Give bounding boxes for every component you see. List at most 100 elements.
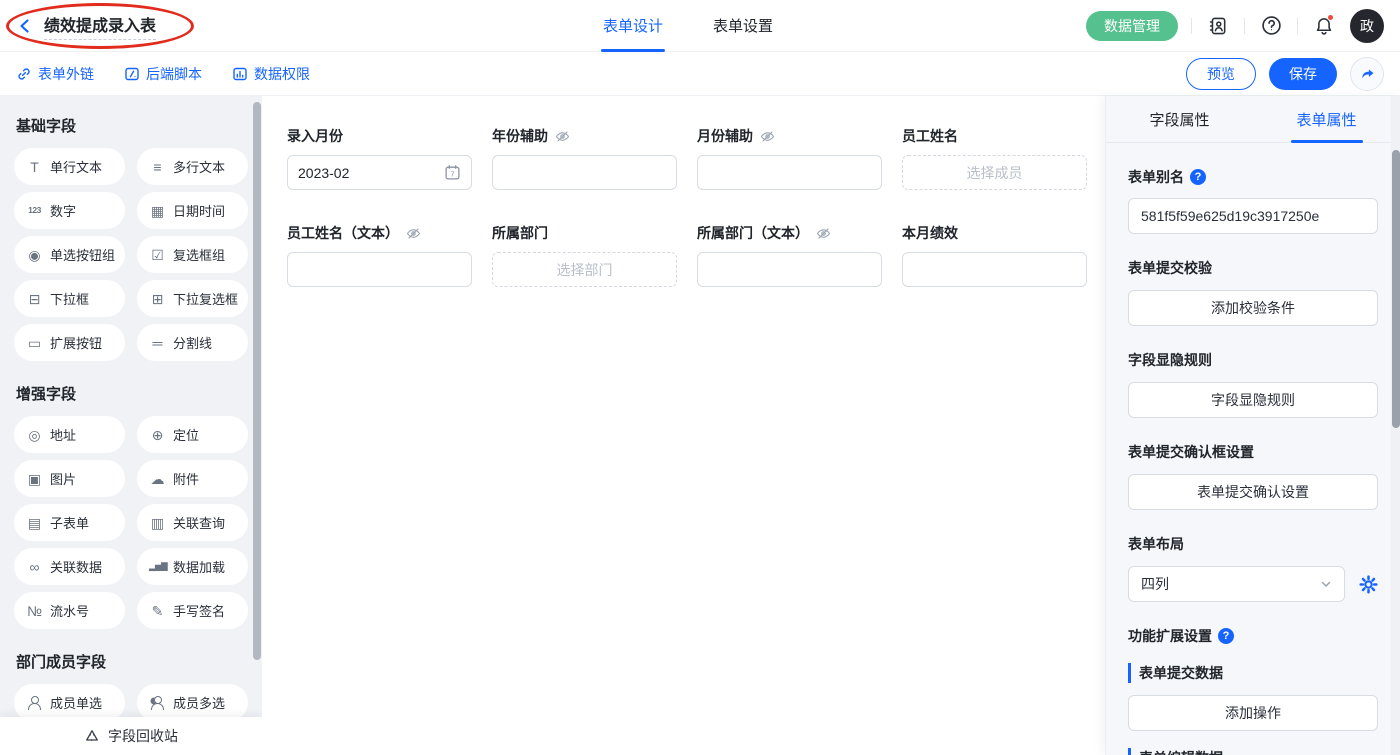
- hidden-eye-icon: [816, 226, 831, 241]
- field-label: 年份辅助: [492, 126, 548, 146]
- layout-select[interactable]: 四列: [1128, 566, 1345, 602]
- form-alias-label: 表单别名: [1128, 167, 1184, 187]
- address-book-icon[interactable]: [1205, 13, 1231, 39]
- avatar[interactable]: 政: [1350, 9, 1384, 43]
- help-icon[interactable]: [1258, 13, 1284, 39]
- field-visibility-button[interactable]: 字段显隐规则: [1128, 382, 1378, 418]
- text-input[interactable]: [492, 155, 677, 190]
- notification-bell-icon[interactable]: [1311, 13, 1337, 39]
- field-pill-member-multi[interactable]: 成员多选: [137, 684, 248, 721]
- extension-settings-heading: 功能扩展设置 ?: [1128, 626, 1378, 646]
- field-recycle-bin[interactable]: 字段回收站: [0, 717, 262, 755]
- canvas-field[interactable]: 录入月份2023-027: [287, 126, 472, 190]
- field-pill-image[interactable]: ▣图片: [14, 460, 125, 497]
- date-input[interactable]: 2023-027: [287, 155, 472, 190]
- field-pill-label: 图片: [50, 469, 76, 488]
- field-pill-label: 下拉复选框: [173, 289, 238, 308]
- linked-data-icon: ∞: [26, 560, 43, 574]
- field-pill-attachment[interactable]: ☁附件: [137, 460, 248, 497]
- add-validation-button[interactable]: 添加校验条件: [1128, 290, 1378, 326]
- field-pill-number[interactable]: 123数字: [14, 192, 125, 229]
- canvas-field[interactable]: 月份辅助: [697, 126, 882, 190]
- field-pill-radio-group[interactable]: ◉单选按钮组: [14, 236, 125, 273]
- hidden-eye-icon: [406, 226, 421, 241]
- app-header: 绩效提成录入表 表单设计 表单设置 数据管理 政: [0, 0, 1400, 52]
- field-pill-divider[interactable]: ═分割线: [137, 324, 248, 361]
- canvas-field[interactable]: 年份辅助: [492, 126, 677, 190]
- form-title[interactable]: 绩效提成录入表: [44, 12, 156, 40]
- field-pill-label: 手写签名: [173, 601, 225, 620]
- canvas-field[interactable]: 所属部门（文本）: [697, 223, 882, 287]
- member-single-icon: [26, 696, 43, 710]
- help-circle-icon[interactable]: ?: [1190, 169, 1206, 185]
- tab-field-properties[interactable]: 字段属性: [1106, 96, 1253, 142]
- data-permission-icon: [232, 66, 248, 82]
- field-pill-member-single[interactable]: 成员单选: [14, 684, 125, 721]
- text-input[interactable]: [697, 155, 882, 190]
- text-input[interactable]: [287, 252, 472, 287]
- radio-group-icon: ◉: [26, 248, 43, 262]
- help-circle-icon[interactable]: ?: [1218, 628, 1234, 644]
- field-pill-linked-query[interactable]: ▥关联查询: [137, 504, 248, 541]
- address-icon: ◎: [26, 428, 43, 442]
- data-load-icon: ▂▅▇: [149, 562, 166, 571]
- data-manage-button[interactable]: 数据管理: [1086, 11, 1178, 41]
- tab-form-design[interactable]: 表单设计: [603, 0, 663, 52]
- field-pill-label: 分割线: [173, 333, 212, 352]
- recycle-icon: [84, 728, 100, 744]
- text-input[interactable]: [902, 252, 1087, 287]
- submit-data-add-action-button[interactable]: 添加操作: [1128, 695, 1378, 731]
- field-pill-signature[interactable]: ✎手写签名: [137, 592, 248, 629]
- field-pill-data-load[interactable]: ▂▅▇数据加载: [137, 548, 248, 585]
- preview-button[interactable]: 预览: [1186, 58, 1256, 90]
- canvas-field[interactable]: 本月绩效: [902, 223, 1087, 287]
- canvas-field[interactable]: 所属部门选择部门: [492, 223, 677, 287]
- field-pill-location[interactable]: ⊕定位: [137, 416, 248, 453]
- tab-form-settings[interactable]: 表单设置: [713, 0, 773, 52]
- share-button[interactable]: [1350, 57, 1384, 91]
- field-pill-linked-data[interactable]: ∞关联数据: [14, 548, 125, 585]
- extend-button-icon: ▭: [26, 336, 43, 350]
- panel-scrollbar-track[interactable]: [1391, 96, 1400, 755]
- field-pill-multi-line-text[interactable]: ≡多行文本: [137, 148, 248, 185]
- backend-script-button[interactable]: 后端脚本: [124, 64, 202, 84]
- checkbox-group-icon: ☑: [149, 248, 166, 262]
- sidebar-scrollbar[interactable]: [253, 102, 261, 660]
- tab-form-properties[interactable]: 表单属性: [1253, 96, 1400, 142]
- submit-validation-heading: 表单提交校验: [1128, 258, 1378, 278]
- notification-dot: [1327, 14, 1334, 21]
- field-pill-extend-button[interactable]: ▭ 扩展按钮: [14, 324, 125, 361]
- field-pill-serial-number[interactable]: №流水号: [14, 592, 125, 629]
- field-pill-address[interactable]: ◎地址: [14, 416, 125, 453]
- data-permission-button[interactable]: 数据权限: [232, 64, 310, 84]
- layout-settings-button[interactable]: [1359, 575, 1378, 594]
- external-link-button[interactable]: 表单外链: [16, 64, 94, 84]
- header-tabs: 表单设计 表单设置: [603, 0, 773, 52]
- form-design-canvas[interactable]: 录入月份2023-027 年份辅助 月份辅助员工姓名选择成员员工姓名（文本） 所属部门…: [262, 96, 1105, 755]
- field-pill-subform[interactable]: ▤子表单: [14, 504, 125, 541]
- submit-data-group-title: 表单提交数据: [1128, 663, 1378, 683]
- field-pill-label: 多行文本: [173, 157, 225, 176]
- form-alias-input[interactable]: [1128, 198, 1378, 234]
- back-button[interactable]: [16, 17, 34, 35]
- submit-confirm-button[interactable]: 表单提交确认设置: [1128, 474, 1378, 510]
- member-multi-icon: [149, 696, 166, 710]
- back-chevron-icon: [16, 17, 34, 35]
- dropdown-multi-icon: ⊞: [149, 292, 166, 306]
- field-pill-checkbox-group[interactable]: ☑复选框组: [137, 236, 248, 273]
- picker-input[interactable]: 选择成员: [902, 155, 1087, 190]
- field-pill-single-line-text[interactable]: T单行文本: [14, 148, 125, 185]
- svg-text:7: 7: [450, 169, 454, 178]
- picker-input[interactable]: 选择部门: [492, 252, 677, 287]
- canvas-field[interactable]: 员工姓名（文本）: [287, 223, 472, 287]
- recycle-bin-label: 字段回收站: [108, 726, 178, 746]
- field-pill-label: 扩展按钮: [50, 333, 102, 352]
- canvas-field[interactable]: 员工姓名选择成员: [902, 126, 1087, 190]
- field-pill-datetime[interactable]: ▦日期时间: [137, 192, 248, 229]
- field-pill-dropdown-multi[interactable]: ⊞ 下拉复选框: [137, 280, 248, 317]
- text-input[interactable]: [697, 252, 882, 287]
- form-toolbar: 表单外链 后端脚本 数据权限 预览 保存: [0, 52, 1400, 96]
- save-button[interactable]: 保存: [1269, 58, 1337, 90]
- field-pill-dropdown[interactable]: ⊟下拉框: [14, 280, 125, 317]
- panel-scrollbar-thumb[interactable]: [1392, 150, 1400, 428]
